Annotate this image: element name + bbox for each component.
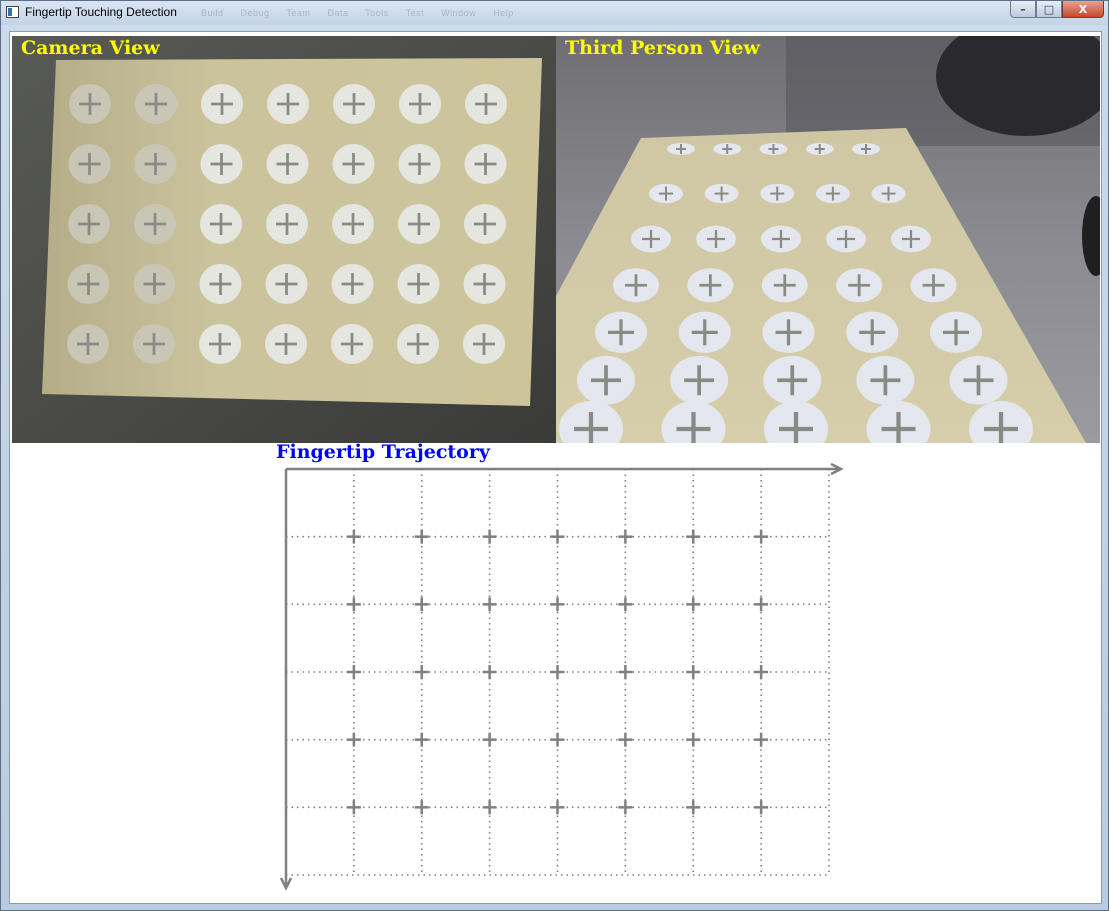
plus-marker	[618, 732, 633, 747]
background-menu-item: Team	[286, 8, 311, 18]
plus-marker	[414, 800, 429, 815]
plus-marker	[550, 597, 565, 612]
plus-marker	[618, 800, 633, 815]
background-menu-item: Data	[327, 8, 349, 18]
plus-marker	[754, 732, 769, 747]
plus-marker	[482, 597, 497, 612]
plus-marker	[414, 732, 429, 747]
background-menu-bar: Build Debug Team Data Tools Test Window …	[201, 8, 528, 18]
minimize-icon: –	[1020, 2, 1026, 16]
background-menu-item: Help	[493, 8, 514, 18]
plus-marker	[346, 665, 361, 679]
plus-marker	[482, 665, 497, 679]
plus-marker	[618, 597, 633, 612]
plus-marker	[346, 529, 361, 544]
plus-marker	[686, 529, 701, 544]
camera-view-label: Camera View	[21, 37, 160, 59]
client-area: Camera View Third Person View Fingertip …	[9, 31, 1102, 904]
plus-marker	[550, 732, 565, 747]
plus-marker	[686, 800, 701, 815]
plus-marker	[414, 665, 429, 679]
plus-marker	[618, 665, 633, 679]
plus-marker	[550, 665, 565, 679]
app-icon	[6, 6, 19, 18]
plus-marker	[618, 529, 633, 544]
plus-marker	[754, 597, 769, 612]
plus-marker	[482, 732, 497, 747]
plus-marker	[346, 800, 361, 815]
plus-marker	[754, 665, 769, 679]
close-icon: X	[1078, 2, 1088, 16]
plus-marker	[482, 529, 497, 544]
plus-marker	[414, 597, 429, 612]
plus-marker	[482, 800, 497, 815]
plus-marker	[550, 529, 565, 544]
minimize-button[interactable]: –	[1010, 1, 1036, 18]
plus-marker	[686, 732, 701, 747]
plus-marker	[550, 800, 565, 815]
plus-marker	[346, 732, 361, 747]
third-person-view-label: Third Person View	[565, 37, 760, 59]
close-button[interactable]: X	[1062, 1, 1104, 18]
plus-marker	[686, 597, 701, 612]
plus-marker	[346, 597, 361, 612]
plus-marker	[686, 665, 701, 679]
plus-marker	[754, 800, 769, 815]
maximize-icon: □	[1043, 2, 1055, 16]
background-menu-item: Tools	[365, 8, 389, 18]
window-title: Fingertip Touching Detection	[25, 5, 177, 19]
plus-marker	[414, 529, 429, 544]
app-window: Fingertip Touching Detection Build Debug…	[0, 0, 1109, 911]
plus-marker	[754, 529, 769, 544]
background-menu-item: Build	[201, 8, 224, 18]
background-menu-item: Test	[405, 8, 425, 18]
background-menu-item: Debug	[240, 8, 270, 18]
background-menu-item: Window	[441, 8, 477, 18]
maximize-button[interactable]: □	[1036, 1, 1062, 18]
window-controls: – □ X	[1010, 1, 1104, 19]
title-bar[interactable]: Fingertip Touching Detection Build Debug…	[1, 1, 1108, 25]
trajectory-plot	[279, 462, 844, 891]
